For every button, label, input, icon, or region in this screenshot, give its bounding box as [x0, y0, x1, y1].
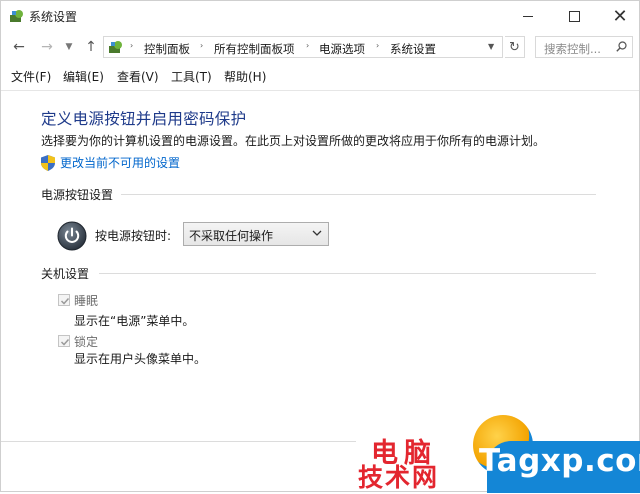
breadcrumb-separator-icon: › [200, 41, 204, 50]
refresh-icon: ↻ [509, 39, 520, 55]
chevron-down-icon [312, 230, 322, 236]
arrow-left-icon: ← [13, 39, 25, 55]
lock-checkbox[interactable] [58, 335, 70, 347]
arrow-right-icon: → [41, 39, 53, 55]
arrow-up-icon: ↑ [85, 39, 97, 55]
sleep-checkbox[interactable] [58, 294, 70, 306]
menu-view[interactable]: 查看(V) [117, 68, 159, 85]
menu-help[interactable]: 帮助(H) [224, 68, 266, 85]
power-button-action-value: 不采取任何操作 [189, 229, 274, 243]
power-button-action-label: 按电源按钮时: [95, 229, 172, 243]
lock-label: 锁定 [74, 335, 99, 349]
search-input[interactable]: 搜索控制... [544, 41, 601, 57]
sleep-description: 显示在“电源”菜单中。 [74, 314, 195, 328]
window-title: 系统设置 [29, 10, 78, 24]
title-bar: 系统设置 ✕ [1, 1, 639, 31]
watermark-logo-text: Tagxp.com [479, 443, 640, 479]
minimize-icon [523, 15, 533, 17]
menu-edit[interactable]: 编辑(E) [63, 68, 104, 85]
breadcrumb-separator-icon: › [376, 41, 380, 50]
close-icon: ✕ [612, 5, 628, 27]
minimize-button[interactable] [505, 1, 551, 31]
breadcrumb-power-options[interactable]: 电源选项 [319, 41, 365, 57]
forward-button[interactable]: → [37, 38, 57, 56]
menu-file[interactable]: 文件(F) [11, 68, 51, 85]
menu-tools[interactable]: 工具(T) [171, 68, 212, 85]
system-settings-window: 系统设置 ✕ ← → ▼ ↑ › 控制面板 › 所有控制面板项 › 电源选项 ›… [0, 0, 640, 493]
close-button[interactable]: ✕ [597, 1, 640, 31]
change-settings-link-text[interactable]: 更改当前不可用的设置 [60, 154, 180, 171]
recent-locations-button[interactable]: ▼ [63, 38, 75, 56]
breadcrumb-system-settings[interactable]: 系统设置 [390, 41, 436, 57]
breadcrumb-separator-icon: › [130, 41, 134, 50]
shutdown-group-label: 关机设置 [41, 267, 90, 281]
power-group-divider [121, 194, 596, 195]
power-button-group-label: 电源按钮设置 [41, 188, 114, 202]
up-button[interactable]: ↑ [81, 38, 101, 56]
back-button[interactable]: ← [9, 38, 29, 56]
breadcrumb-separator-icon: › [306, 41, 310, 50]
control-panel-icon [109, 41, 122, 53]
sleep-label: 睡眠 [74, 294, 99, 308]
page-title: 定义电源按钮并启用密码保护 [41, 110, 247, 128]
power-button-action-select[interactable]: 不采取任何操作 [183, 222, 329, 246]
change-unavailable-settings-link[interactable]: 更改当前不可用的设置 [41, 154, 180, 171]
navigation-bar: ← → ▼ ↑ › 控制面板 › 所有控制面板项 › 电源选项 › 系统设置 ▼… [1, 32, 639, 62]
uac-shield-icon [41, 154, 55, 171]
maximize-icon [568, 10, 580, 22]
checkmark-icon [60, 338, 70, 346]
menu-bar: 文件(F) 编辑(E) 查看(V) 工具(T) 帮助(H) [1, 63, 639, 87]
power-options-icon [10, 10, 23, 22]
search-box[interactable]: 搜索控制... [535, 36, 633, 58]
page-description: 选择要为你的计算机设置的电源设置。在此页上对设置所做的更改将应用于你所有的电源计… [41, 134, 546, 148]
shutdown-group-divider [99, 273, 596, 274]
lock-description: 显示在用户头像菜单中。 [74, 352, 207, 366]
address-dropdown-icon[interactable]: ▼ [488, 42, 494, 51]
power-button-icon [57, 221, 87, 251]
search-icon [616, 41, 627, 52]
refresh-button[interactable]: ↻ [505, 36, 525, 58]
breadcrumb-all-items[interactable]: 所有控制面板项 [214, 41, 295, 57]
checkmark-icon [60, 297, 70, 305]
chevron-down-icon: ▼ [65, 42, 73, 52]
maximize-button[interactable] [551, 1, 597, 31]
menu-divider [1, 90, 639, 91]
address-bar[interactable]: › 控制面板 › 所有控制面板项 › 电源选项 › 系统设置 ▼ [103, 36, 503, 58]
breadcrumb-control-panel[interactable]: 控制面板 [144, 41, 190, 57]
footer-divider [1, 441, 356, 442]
watermark-brand-line2: 技术网 [358, 463, 440, 492]
